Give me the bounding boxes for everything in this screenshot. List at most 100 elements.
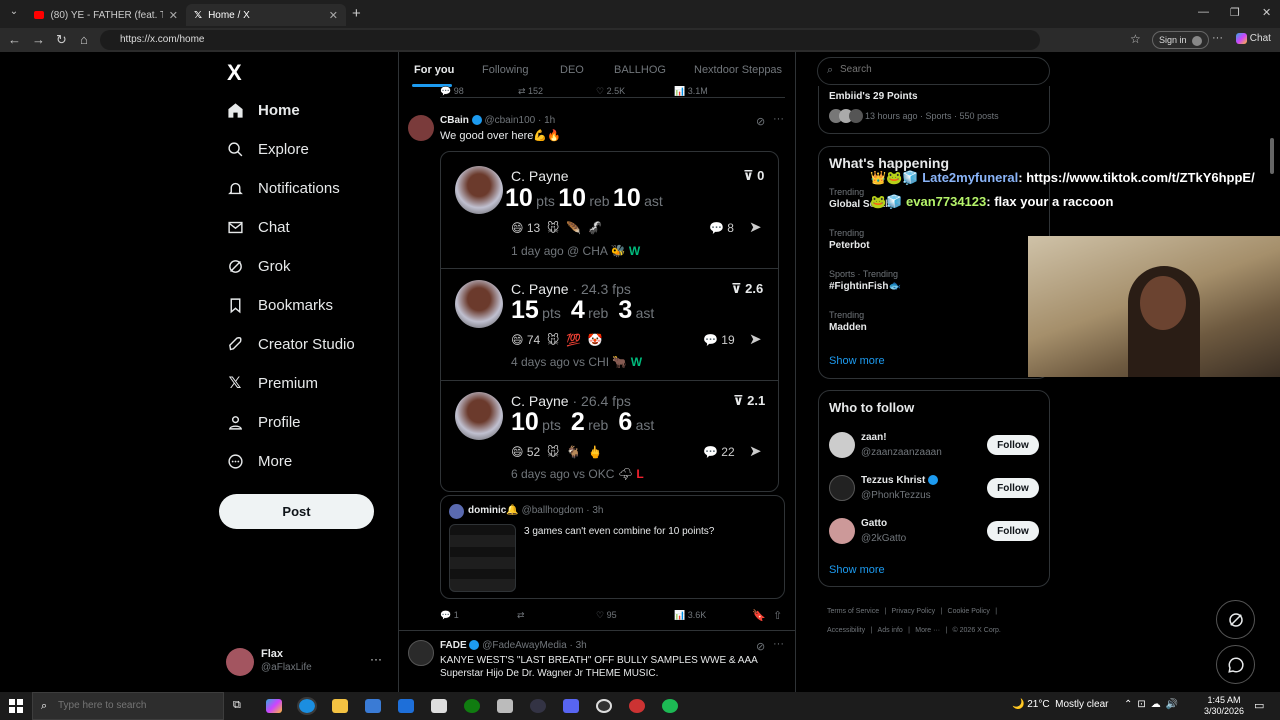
repost-button[interactable]: ⇄ bbox=[517, 610, 525, 621]
views-button[interactable]: 📊 3.6K bbox=[674, 610, 706, 621]
reply-button[interactable]: 💬 1 bbox=[440, 610, 459, 621]
browser-tab-youtube[interactable]: (80) YE - FATHER (feat. TRAVIS SCO ✕ bbox=[26, 4, 186, 26]
footer-link[interactable]: More ··· bbox=[915, 627, 940, 634]
follow-button[interactable]: Follow bbox=[987, 435, 1039, 455]
author-name[interactable]: CBain bbox=[440, 115, 469, 126]
new-tab-button[interactable]: + bbox=[352, 5, 361, 22]
back-icon[interactable]: ← bbox=[8, 32, 21, 47]
quoted-post[interactable]: dominic🔔 @ballhogdom · 3h 3 games can't … bbox=[440, 495, 785, 599]
nav-premium[interactable]: 𝕏 Premium bbox=[226, 374, 318, 393]
share-icon[interactable]: ➤ bbox=[749, 330, 762, 348]
game-card[interactable]: C. Payne · 26.4 fps ⊽ 2.1 10 pts 2 reb 6… bbox=[441, 382, 778, 491]
close-tab-icon[interactable]: ✕ bbox=[329, 9, 338, 22]
search-input[interactable] bbox=[840, 64, 1040, 75]
home-page-icon[interactable]: ⌂ bbox=[80, 32, 88, 47]
post-author-avatar[interactable] bbox=[408, 640, 434, 666]
share-icon[interactable]: ⇧ bbox=[773, 609, 782, 622]
comment-count[interactable]: 💬 22 bbox=[703, 445, 735, 459]
follow-suggestion[interactable]: Tezzus Khrist @PhonkTezzus Follow bbox=[829, 474, 1041, 504]
tab-ballhog[interactable]: BALLHOG bbox=[614, 64, 666, 76]
more-dots-icon[interactable]: ··· bbox=[370, 652, 382, 666]
author-name[interactable]: FADE bbox=[440, 640, 467, 651]
close-tab-icon[interactable]: ✕ bbox=[169, 9, 178, 22]
nav-explore[interactable]: Explore bbox=[226, 140, 309, 158]
post-more-icon[interactable]: ··· bbox=[773, 113, 784, 125]
trend-item[interactable]: Trending Peterbot bbox=[829, 228, 870, 251]
menu-dots-icon[interactable]: ··· bbox=[1212, 32, 1223, 44]
tab-list-button[interactable]: ⌄ bbox=[6, 6, 22, 22]
nav-profile[interactable]: Profile bbox=[226, 413, 301, 431]
notification-center-icon[interactable]: ▭ bbox=[1254, 699, 1264, 712]
game-card[interactable]: C. Payne ⊽ 0 10 pts 10 reb 10 ast 😄 13 🐭… bbox=[441, 152, 778, 269]
nav-chat[interactable]: Chat bbox=[226, 218, 290, 236]
record-app-icon[interactable] bbox=[629, 699, 645, 713]
footer-link[interactable]: Accessibility bbox=[827, 627, 865, 634]
browser-tab-x[interactable]: 𝕏 Home / X ✕ bbox=[186, 4, 346, 26]
reaction-row[interactable]: 😄 52 🐭 🐐 🖕 bbox=[511, 445, 603, 459]
favorites-icon[interactable]: ☆ bbox=[1130, 32, 1141, 46]
forward-icon[interactable]: → bbox=[32, 32, 45, 47]
mail-taskbar-icon[interactable] bbox=[398, 699, 414, 713]
repost-button[interactable]: ⇄ 152 bbox=[518, 86, 543, 97]
account-switcher[interactable]: Flax @aFlaxLife ··· bbox=[226, 646, 386, 678]
clock[interactable]: 1:45 AM 3/30/2026 bbox=[1204, 695, 1244, 717]
grok-post-icon[interactable]: ⊘ bbox=[756, 115, 765, 128]
taskbar-search-input[interactable] bbox=[58, 700, 178, 711]
trend-item[interactable]: Trending Madden bbox=[829, 310, 867, 333]
messages-fab[interactable] bbox=[1216, 645, 1255, 684]
edge-taskbar-icon[interactable] bbox=[297, 697, 317, 715]
file-explorer-icon[interactable] bbox=[332, 699, 348, 713]
post-time[interactable]: 1h bbox=[544, 115, 555, 126]
windows-start-icon[interactable] bbox=[9, 699, 23, 713]
search-field[interactable]: ⌕ bbox=[817, 57, 1050, 85]
obs-icon[interactable] bbox=[596, 699, 612, 713]
post-more-icon[interactable]: ··· bbox=[773, 638, 784, 650]
discord-icon[interactable] bbox=[563, 699, 579, 713]
nav-home[interactable]: Home bbox=[226, 101, 300, 119]
nav-bookmarks[interactable]: Bookmarks bbox=[226, 296, 333, 314]
sign-in-button[interactable]: Sign in bbox=[1152, 31, 1210, 49]
nav-creator-studio[interactable]: Creator Studio bbox=[226, 335, 355, 353]
share-icon[interactable]: ➤ bbox=[749, 218, 762, 236]
trend-item[interactable]: Sports · Trending #FightinFish🐟 bbox=[829, 269, 901, 292]
nav-notifications[interactable]: Notifications bbox=[226, 179, 340, 197]
close-window-icon[interactable]: ✕ bbox=[1262, 6, 1271, 19]
reaction-row[interactable]: 😄 74 🐭 💯 🤡 bbox=[511, 333, 603, 347]
tab-following[interactable]: Following bbox=[482, 64, 528, 76]
like-button[interactable]: ♡ 95 bbox=[596, 610, 617, 621]
share-icon[interactable]: ➤ bbox=[749, 442, 762, 460]
footer-link[interactable]: Terms of Service bbox=[827, 608, 879, 615]
copilot-taskbar-icon[interactable] bbox=[266, 699, 282, 713]
store-icon[interactable] bbox=[365, 699, 381, 713]
maximize-icon[interactable]: ❐ bbox=[1230, 6, 1240, 19]
comment-count[interactable]: 💬 8 bbox=[709, 221, 734, 235]
game-card[interactable]: C. Payne · 24.3 fps ⊽ 2.6 15 pts 4 reb 3… bbox=[441, 270, 778, 381]
post-time[interactable]: 3h bbox=[576, 640, 587, 651]
bookmark-icon[interactable]: 🔖 bbox=[752, 609, 766, 622]
weather-widget[interactable]: 🌙 21°C Mostly clear bbox=[1012, 699, 1109, 710]
system-tray[interactable]: ⌃⊡☁🔊 bbox=[1124, 699, 1183, 710]
follow-suggestion[interactable]: Gatto @2kGatto Follow bbox=[829, 517, 1041, 547]
arrow-app-icon[interactable] bbox=[530, 699, 546, 713]
like-button[interactable]: ♡ 2.5K bbox=[596, 86, 625, 97]
tab-deo[interactable]: DEO bbox=[560, 64, 584, 76]
notepad-icon[interactable] bbox=[431, 699, 447, 713]
tab-nextdoor-steppas[interactable]: Nextdoor Steppas bbox=[694, 64, 782, 76]
show-more-link[interactable]: Show more bbox=[829, 564, 885, 576]
minimize-icon[interactable]: — bbox=[1198, 6, 1209, 18]
top-story-card[interactable]: Embiid's 29 Points 13 hours ago · Sports… bbox=[818, 86, 1050, 134]
show-more-link[interactable]: Show more bbox=[829, 355, 885, 367]
post-author-avatar[interactable] bbox=[408, 115, 434, 141]
author-handle[interactable]: @FadeAwayMedia bbox=[482, 640, 566, 651]
footer-link[interactable]: Ads info bbox=[878, 627, 903, 634]
reply-button[interactable]: 💬 98 bbox=[440, 86, 464, 97]
post-button[interactable]: Post bbox=[219, 494, 374, 529]
footer-link[interactable]: Cookie Policy bbox=[948, 608, 990, 615]
reaction-row[interactable]: 😄 13 🐭 🪶 🦨 bbox=[511, 221, 603, 235]
author-handle[interactable]: @cbain100 bbox=[484, 115, 535, 126]
tab-for-you[interactable]: For you bbox=[414, 64, 454, 76]
url-bar[interactable]: https://x.com/home bbox=[100, 30, 1040, 50]
xbox-icon[interactable] bbox=[464, 699, 480, 713]
page-scrollbar[interactable] bbox=[1270, 60, 1274, 190]
nav-grok[interactable]: Grok bbox=[226, 257, 291, 275]
